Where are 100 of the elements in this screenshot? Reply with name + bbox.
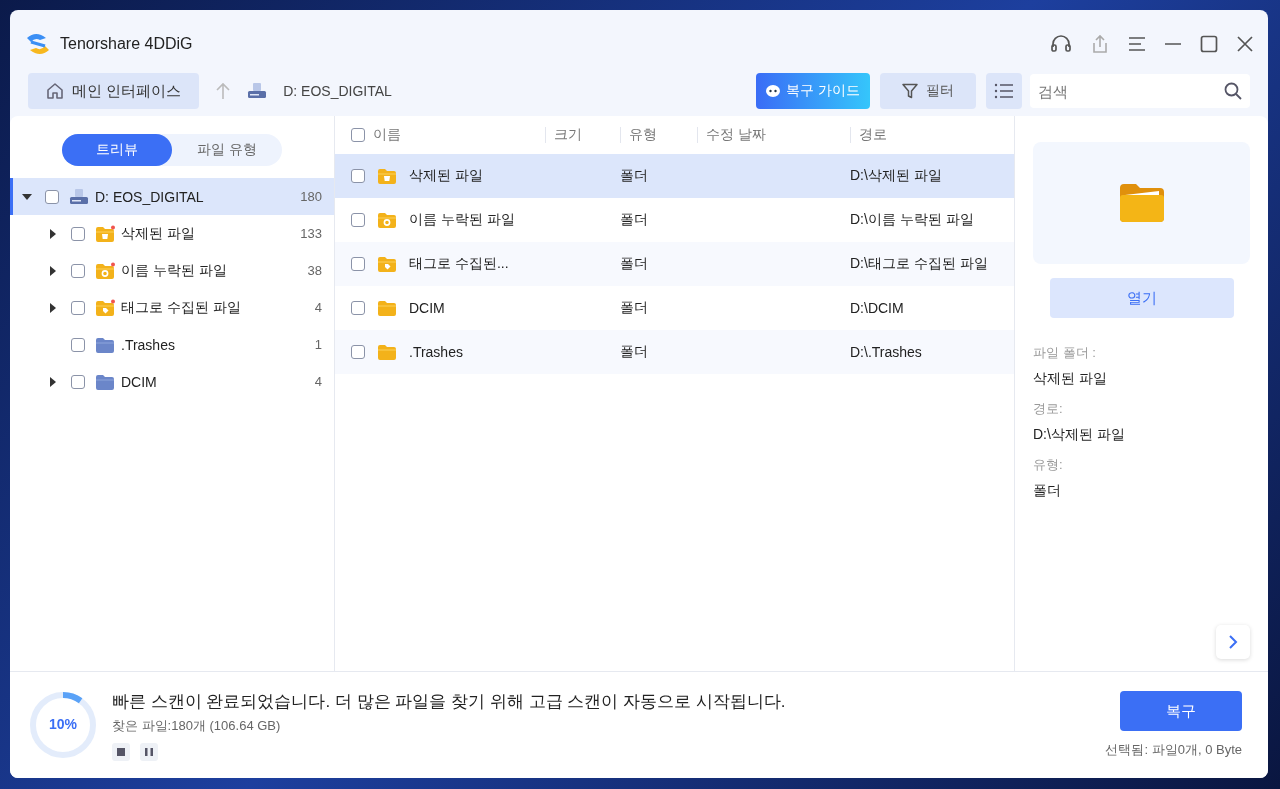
tag-folder-icon [95, 298, 115, 317]
checkbox[interactable] [351, 213, 365, 227]
field-label: 경로: [1033, 400, 1064, 418]
file-path: D:\태그로 수집된 파일 [850, 255, 988, 271]
caret-right-icon[interactable] [48, 265, 58, 276]
column-header[interactable]: 유형 [629, 126, 657, 144]
ring-folder-icon [377, 211, 397, 229]
checkbox[interactable] [71, 300, 85, 315]
tree-item[interactable]: D: EOS_DIGITAL 180 [10, 178, 334, 215]
tree-label: 삭제된 파일 [121, 224, 196, 243]
found-files-text: 찾은 파일:180개 (106.64 GB) [112, 716, 282, 735]
tree-item[interactable]: .Trashes 1 [10, 326, 334, 363]
home-icon [46, 82, 64, 100]
home-button[interactable]: 메인 인터페이스 [28, 73, 200, 109]
checkbox[interactable] [71, 226, 85, 241]
folder-icon [377, 343, 397, 361]
file-path: D:\삭제된 파일 [850, 167, 942, 183]
item-count: 133 [300, 226, 322, 241]
view-tab[interactable]: 파일 유형 [172, 134, 282, 166]
folder-icon [95, 372, 115, 391]
table-row[interactable]: 태그로 수집된... 폴더 D:\태그로 수집된 파일 [335, 242, 1014, 286]
checkbox[interactable] [351, 257, 365, 271]
list-icon [994, 83, 1014, 99]
file-type: 폴더 [620, 167, 648, 183]
folder-icon [1118, 183, 1165, 223]
checkbox[interactable] [351, 301, 365, 315]
location-path: D: EOS_DIGITAL [283, 83, 392, 99]
checkbox[interactable] [71, 263, 85, 278]
table-row[interactable]: 이름 누락된 파일 폴더 D:\이름 누락된 파일 [335, 198, 1014, 242]
column-header[interactable]: 경로 [859, 126, 887, 144]
file-path: D:\DCIM [850, 300, 904, 316]
tag-folder-icon [377, 255, 397, 273]
checkbox[interactable] [351, 169, 365, 183]
drive-icon [69, 187, 89, 206]
tree-label: .Trashes [121, 336, 176, 353]
drive-icon [247, 82, 268, 100]
tree-label: 이름 누락된 파일 [121, 261, 228, 280]
file-path: D:\이름 누락된 파일 [850, 211, 974, 227]
caret-right-icon[interactable] [48, 302, 58, 313]
file-type: 폴더 [620, 255, 648, 271]
window-title: Tenorshare 4DDiG [60, 35, 193, 53]
table-row[interactable]: .Trashes 폴더 D:\.Trashes [335, 330, 1014, 374]
checkbox[interactable] [71, 374, 85, 389]
filter-button[interactable]: 필터 [880, 73, 976, 109]
field-label: 파일 폴더 : [1033, 344, 1097, 362]
caret-right-icon[interactable] [48, 228, 58, 239]
maximize-icon[interactable] [1200, 35, 1218, 53]
stop-button[interactable] [112, 742, 130, 761]
item-count: 4 [314, 374, 322, 389]
caret-right-icon[interactable] [48, 376, 58, 387]
trash-folder-icon [377, 167, 397, 185]
file-type: 폴더 [620, 343, 648, 359]
open-button[interactable]: 열기 [1049, 278, 1234, 318]
caret-down-icon[interactable] [22, 191, 32, 202]
checkbox[interactable] [351, 128, 365, 142]
next-button[interactable] [1216, 625, 1250, 659]
close-icon[interactable] [1236, 35, 1254, 53]
stop-icon [117, 747, 125, 756]
tree-item[interactable]: 이름 누락된 파일 38 [10, 252, 334, 289]
tree-label: D: EOS_DIGITAL [95, 188, 205, 205]
field-value: 삭제된 파일 [1033, 370, 1108, 388]
table-row[interactable]: 삭제된 파일 폴더 D:\삭제된 파일 [335, 154, 1014, 198]
pause-icon [145, 747, 153, 756]
folder-icon [95, 335, 115, 354]
menu-icon[interactable] [1128, 36, 1146, 52]
tree-item[interactable]: DCIM 4 [10, 363, 334, 400]
file-name: DCIM [409, 300, 445, 316]
checkbox[interactable] [45, 189, 59, 204]
tree-label: 태그로 수집된 파일 [121, 298, 242, 317]
column-header[interactable]: 크기 [554, 126, 582, 144]
pause-button[interactable] [140, 742, 158, 761]
headset-icon[interactable] [1050, 34, 1072, 54]
file-name: 이름 누락된 파일 [409, 211, 515, 229]
column-header[interactable]: 수정 날짜 [706, 126, 766, 144]
field-value: 폴더 [1033, 482, 1062, 500]
trash-folder-icon [95, 224, 115, 243]
list-view-button[interactable] [986, 73, 1022, 109]
column-header[interactable]: 이름 [373, 126, 401, 144]
checkbox[interactable] [71, 337, 85, 352]
progress-percent: 10% [48, 716, 78, 732]
checkbox[interactable] [351, 345, 365, 359]
selection-summary: 선택됨: 파일0개, 0 Byte [1105, 741, 1242, 759]
view-tab[interactable]: 트리뷰 [62, 134, 172, 166]
folder-icon [377, 299, 397, 317]
share-icon[interactable] [1090, 34, 1110, 54]
item-count: 1 [314, 337, 322, 352]
up-arrow-icon[interactable] [215, 82, 232, 100]
recover-button[interactable]: 복구 [1120, 691, 1242, 731]
file-type: 폴더 [620, 211, 648, 227]
table-row[interactable]: DCIM 폴더 D:\DCIM [335, 286, 1014, 330]
tree-label: DCIM [121, 373, 158, 390]
file-type: 폴더 [620, 299, 648, 315]
tree-item[interactable]: 삭제된 파일 133 [10, 215, 334, 252]
file-path: D:\.Trashes [850, 344, 922, 360]
file-name: .Trashes [409, 344, 463, 360]
ring-folder-icon [95, 261, 115, 280]
tree-item[interactable]: 태그로 수집된 파일 4 [10, 289, 334, 326]
search-icon [1224, 82, 1242, 100]
field-value: D:\삭제된 파일 [1033, 426, 1126, 444]
search-field[interactable]: 검색 [1030, 74, 1250, 108]
